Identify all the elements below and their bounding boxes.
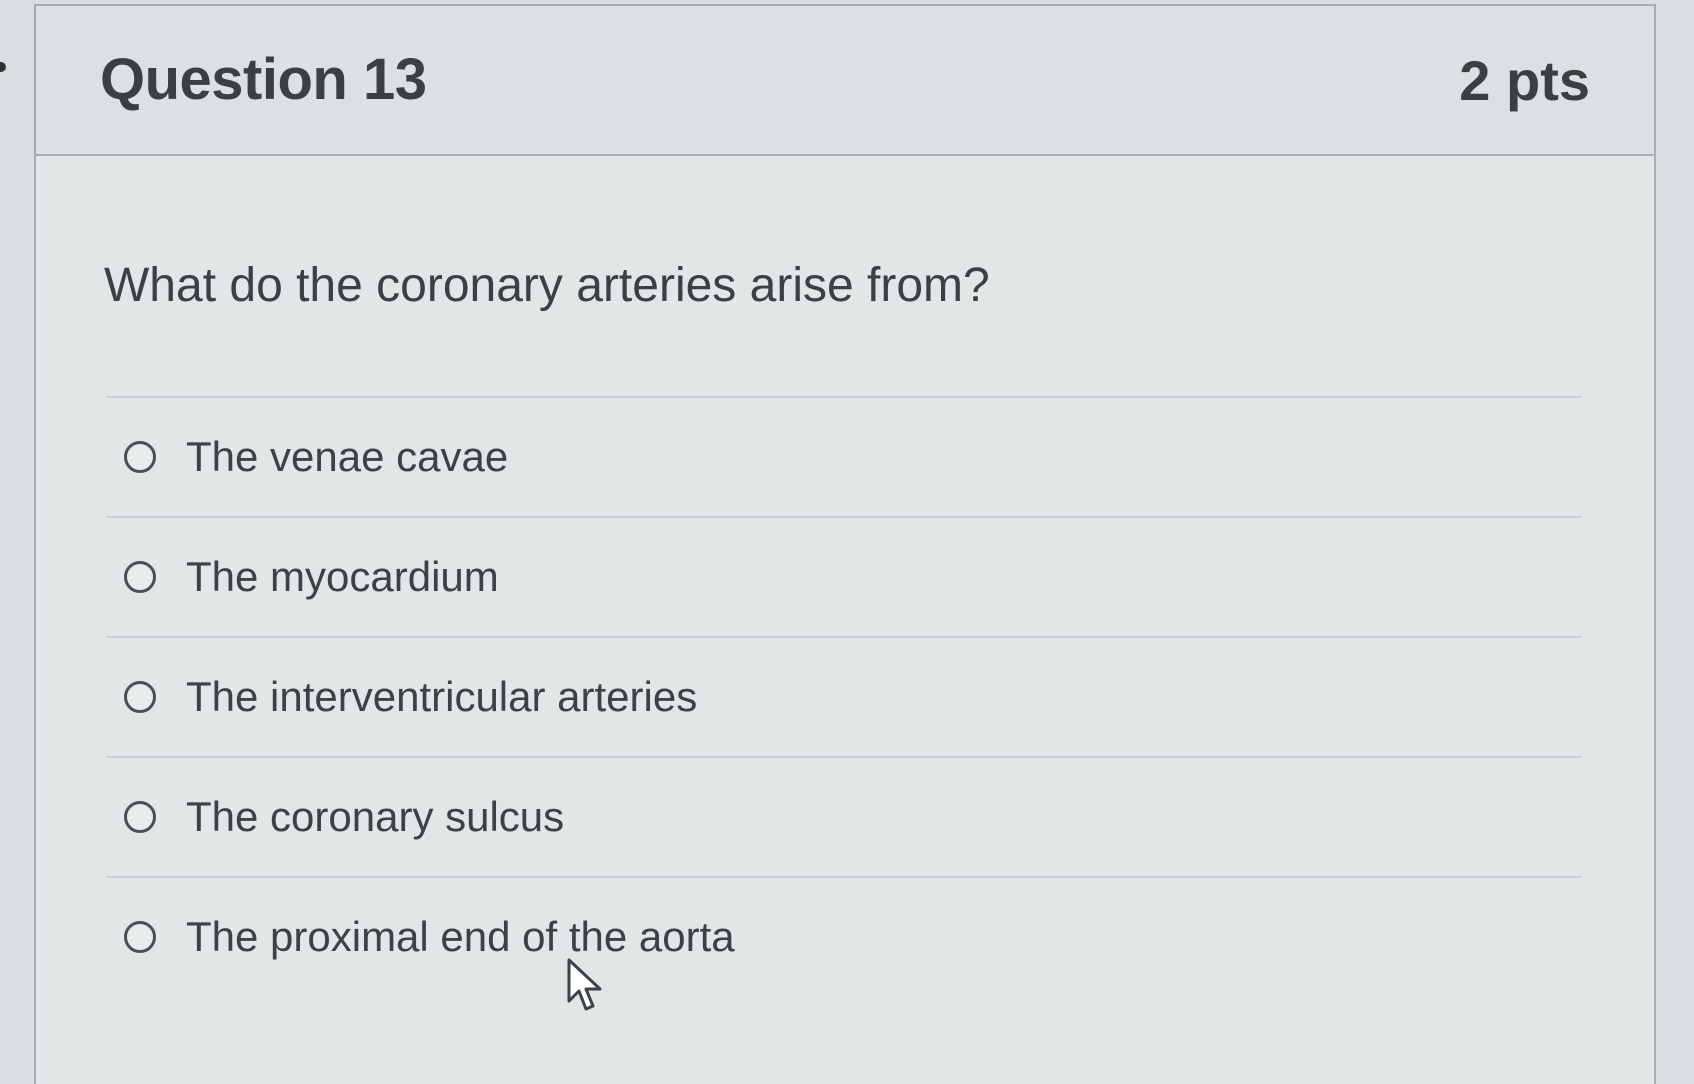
answer-label: The interventricular arteries	[186, 673, 698, 720]
answer-label: The coronary sulcus	[186, 793, 565, 840]
question-prompt: What do the coronary arteries arise from…	[104, 259, 990, 312]
radio-unselected-icon[interactable]	[124, 441, 156, 473]
answer-label: The proximal end of the aorta	[186, 913, 735, 960]
mouse-pointer-icon	[567, 958, 602, 1011]
answer-option-myocardium[interactable]: The myocardium	[106, 518, 1582, 636]
radio-unselected-icon[interactable]	[124, 561, 156, 593]
quiz-question-card: Question 13 2 pts What do the coronary a…	[34, 4, 1656, 1084]
answer-option-proximal-aorta[interactable]: The proximal end of the aorta	[106, 878, 1582, 996]
answer-label: The venae cavae	[186, 433, 509, 480]
answer-option-interventricular-arteries[interactable]: The interventricular arteries	[106, 638, 1582, 756]
radio-unselected-icon[interactable]	[124, 681, 156, 713]
left-edge-marker	[0, 62, 6, 72]
answer-label: The myocardium	[186, 553, 499, 600]
radio-unselected-icon[interactable]	[124, 921, 156, 953]
question-points: 2 pts	[1459, 49, 1590, 112]
answer-list: The venae cavae The myocardium The inter…	[106, 396, 1582, 996]
question-title: Question 13	[100, 47, 427, 112]
answer-option-coronary-sulcus[interactable]: The coronary sulcus	[106, 758, 1582, 876]
radio-unselected-icon[interactable]	[124, 801, 156, 833]
answer-option-venae-cavae[interactable]: The venae cavae	[106, 398, 1582, 516]
question-header: Question 13 2 pts	[36, 6, 1654, 156]
